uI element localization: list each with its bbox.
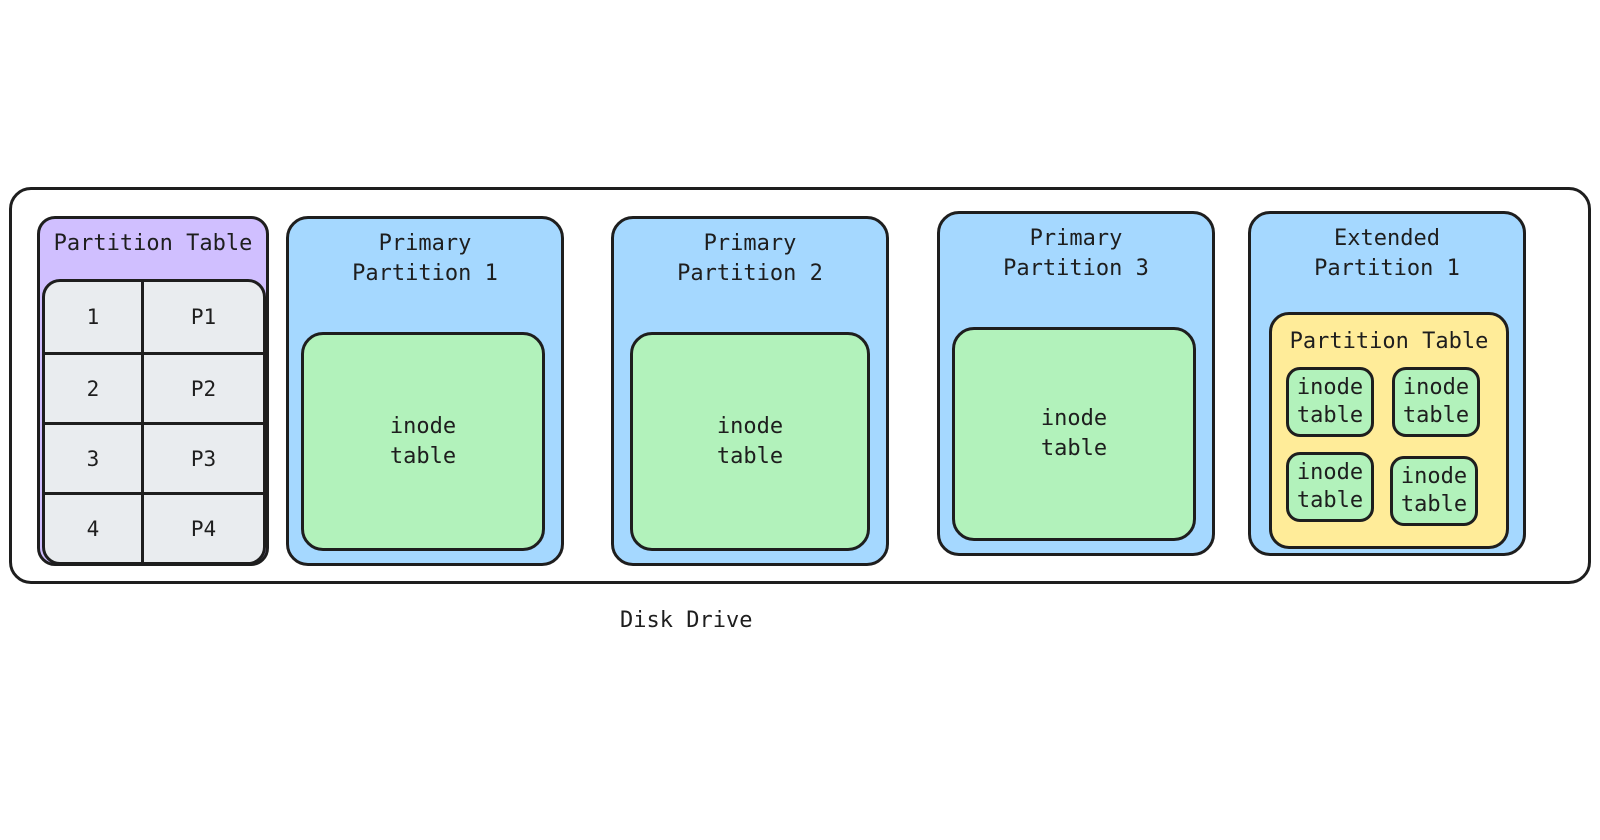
partition-table-title: Partition Table [53, 231, 253, 256]
inode-table: inode table [1286, 452, 1374, 522]
inode-table: inode table [1286, 367, 1374, 437]
inode-table: inode table [301, 332, 545, 551]
inode-table: inode table [952, 327, 1196, 541]
inode-table: inode table [1390, 456, 1478, 526]
partition-index: 2 [45, 355, 144, 422]
partition-title: Primary Partition 1 [352, 231, 498, 286]
partition-index: 4 [45, 495, 144, 562]
partition-entry: P4 [190, 516, 217, 541]
partition-table-row: 2 P2 [45, 352, 263, 422]
partition-entry: P1 [190, 305, 217, 329]
inode-table: inode table [630, 332, 870, 551]
partition-entry: P2 [190, 376, 217, 401]
partition-index: 3 [45, 425, 144, 492]
primary-partition-1: Primary Partition 1 inode table [286, 216, 564, 566]
partition-table-grid: 1 P1 2 P2 3 P3 4 P4 [42, 279, 266, 565]
partition-entry: P3 [190, 446, 217, 471]
extended-partition-1: Extended Partition 1 Partition Table ino… [1248, 211, 1526, 556]
partition-table-row: 3 P3 [45, 422, 263, 492]
extended-partition-table: Partition Table inode table inode table … [1269, 312, 1509, 549]
partition-title: Primary Partition 3 [1003, 226, 1149, 281]
primary-partition-3: Primary Partition 3 inode table [937, 211, 1215, 556]
partition-title: Primary Partition 2 [677, 231, 823, 286]
inode-table: inode table [1392, 367, 1480, 437]
partition-table-row: 4 P4 [45, 492, 263, 562]
extended-partition-table-title: Partition Table [1289, 329, 1489, 354]
partition-table: Partition Table 1 P1 2 P2 3 P3 4 P4 [37, 216, 269, 566]
primary-partition-2: Primary Partition 2 inode table [611, 216, 889, 566]
disk-drive-caption: Disk Drive [620, 608, 753, 633]
partition-table-row: 1 P1 [45, 282, 263, 352]
partition-title: Extended Partition 1 [1314, 226, 1460, 281]
partition-index: 1 [45, 282, 144, 352]
